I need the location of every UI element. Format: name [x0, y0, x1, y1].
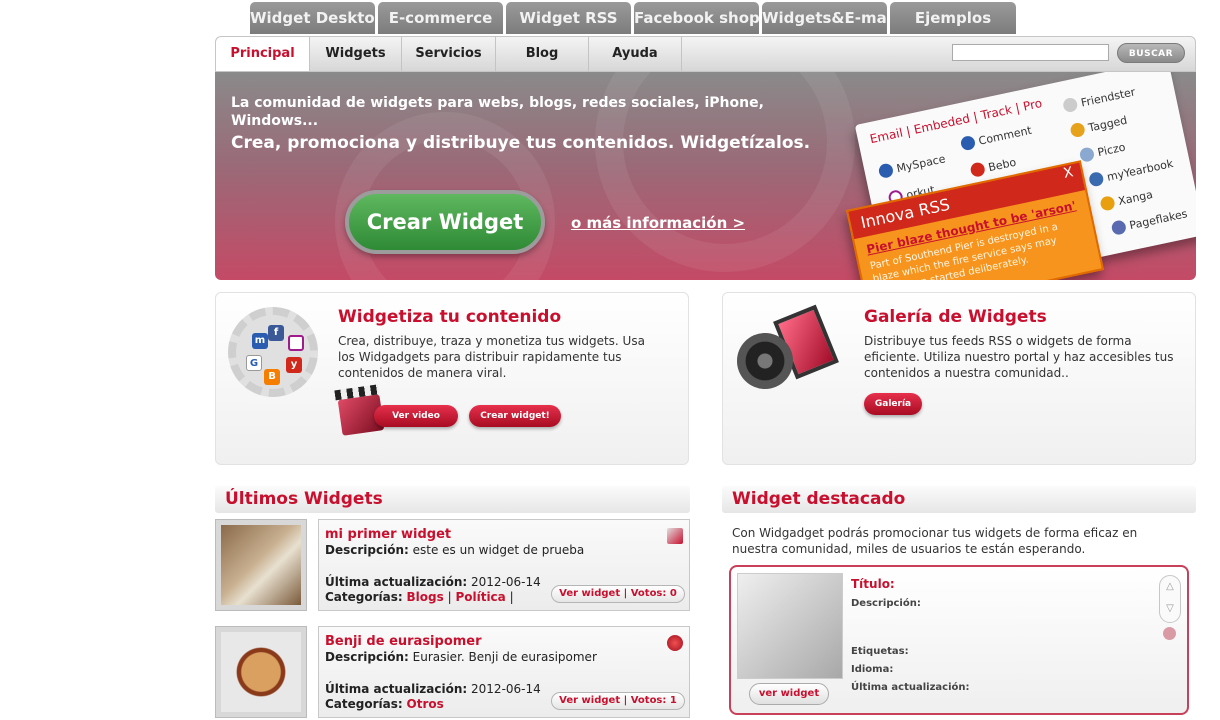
pageflakes-icon — [1110, 219, 1128, 236]
widget-categories: Categorías: Blogs | Política | — [325, 590, 514, 604]
featured-desc-label: Descripción: — [851, 598, 921, 609]
tab-e-commerce[interactable]: E-commerce — [378, 2, 503, 34]
mock-service: Piczo — [1078, 140, 1127, 163]
myyearbook-icon — [1087, 170, 1105, 188]
ver-video-button[interactable]: Ver video — [374, 405, 458, 427]
comment-icon — [959, 134, 977, 152]
google-icon: G — [246, 355, 262, 371]
hero-tagline: La comunidad de widgets para webs, blogs… — [231, 95, 764, 129]
featured-widget-box: ver widget Título: Descripción: Etiqueta… — [729, 565, 1189, 715]
galeria-button[interactable]: Galería — [864, 393, 922, 415]
pagination-dot[interactable] — [1163, 627, 1176, 640]
featured-tags-label: Etiquetas: — [851, 646, 909, 657]
mock-service: Tagged — [1069, 113, 1128, 139]
tab-widget-rss[interactable]: Widget RSS — [506, 2, 631, 34]
widget-thumbnail[interactable] — [215, 626, 307, 718]
mock-service: myYearbook — [1087, 156, 1174, 188]
orkut-icon — [288, 335, 304, 351]
featured-lang-label: Idioma: — [851, 664, 894, 675]
tab-widgets-email[interactable]: Widgets&E-mail — [762, 2, 887, 34]
blogger-icon: B — [264, 369, 280, 385]
cat-photo — [221, 525, 301, 605]
crear-widget-small-button[interactable]: Crear widget! — [469, 405, 561, 427]
feature-description: Distribuye tus feeds RSS o widgets de fo… — [864, 334, 1174, 380]
category-link[interactable]: Blogs — [407, 590, 444, 604]
ver-widget-button[interactable]: Ver widget | Votos: 1 — [551, 692, 685, 710]
xanga-icon — [1099, 195, 1116, 212]
feature-title: Galería de Widgets — [864, 307, 1047, 327]
widget-title[interactable]: Benji de eurasipomer — [325, 634, 482, 649]
page: Widget Desktop E-commerce Widget RSS Fac… — [0, 0, 1220, 720]
dog-photo — [221, 632, 301, 712]
featured-title-label: Título: — [851, 577, 895, 591]
friendster-icon — [1061, 96, 1079, 114]
mock-service: Pageflakes — [1110, 206, 1189, 236]
scroll-down-icon[interactable]: ▽ — [1160, 598, 1180, 620]
featured-scroller: △ ▽ — [1159, 575, 1181, 623]
search-button[interactable]: BUSCAR — [1117, 43, 1185, 63]
more-info-link[interactable]: o más información > — [571, 214, 745, 232]
feature-galeria: Galería de Widgets Distribuye tus feeds … — [722, 292, 1196, 465]
tab-facebook-shop[interactable]: Facebook shop — [634, 2, 759, 34]
nav-servicios[interactable]: Servicios — [402, 37, 496, 71]
tagged-icon — [1069, 121, 1086, 139]
widget-card: Benji de eurasipomer Descripción: Eurasi… — [318, 626, 690, 718]
bebo-icon — [969, 161, 987, 178]
piczo-icon — [1078, 146, 1096, 163]
mock-service: Comment — [959, 123, 1033, 152]
ver-widget-button[interactable]: ver widget — [749, 683, 829, 705]
feature-description: Crea, distribuye, traza y monetiza tus w… — [338, 334, 645, 380]
widget-card: mi primer widget Descripción: este es un… — [318, 519, 690, 611]
featured-intro: Con Widgadget podrás promocionar tus wid… — [732, 526, 1138, 556]
latest-widgets-heading: Últimos Widgets — [215, 486, 690, 513]
feature-widgetiza: m f G y B Widgetiza tu contenido Crea, d… — [215, 292, 689, 465]
mock-service: Friendster — [1061, 84, 1136, 114]
widget-updated: Última actualización: 2012-06-14 — [325, 682, 541, 696]
widget-description: Descripción: este es un widget de prueba — [325, 543, 585, 557]
widget-type-icon — [667, 635, 683, 651]
ver-widget-button[interactable]: Ver widget | Votos: 0 — [551, 585, 685, 603]
mock-service: MySpace — [877, 151, 947, 180]
widget-thumbnail[interactable] — [215, 519, 307, 611]
top-tabs: Widget Desktop E-commerce Widget RSS Fac… — [250, 2, 1016, 36]
feature-title: Widgetiza tu contenido — [338, 307, 562, 327]
widget-description: Descripción: Eurasier. Benji de eurasipo… — [325, 650, 597, 664]
widget-type-icon — [667, 528, 683, 544]
tab-ejemplos[interactable]: Ejemplos — [890, 2, 1016, 34]
featured-widget-image[interactable] — [737, 573, 843, 679]
category-link[interactable]: Política — [455, 590, 505, 604]
search-input[interactable] — [952, 44, 1109, 61]
hero-headline: Crea, promociona y distribuye tus conten… — [231, 133, 811, 153]
widget-categories: Categorías: Otros — [325, 697, 444, 711]
nav-widgets[interactable]: Widgets — [310, 37, 402, 71]
yelp-icon: y — [286, 357, 302, 373]
hero-banner: La comunidad de widgets para webs, blogs… — [215, 72, 1196, 280]
featured-updated-label: Última actualización: — [851, 682, 970, 693]
category-link[interactable]: Otros — [407, 697, 444, 711]
featured-widget-heading: Widget destacado — [722, 486, 1196, 513]
facebook-icon: f — [268, 325, 284, 341]
nav-ayuda[interactable]: Ayuda — [589, 37, 682, 71]
mock-service: Xanga — [1099, 187, 1154, 212]
main-nav: Principal Widgets Servicios Blog Ayuda B… — [215, 36, 1196, 72]
scroll-up-icon[interactable]: △ — [1160, 576, 1180, 598]
nav-blog[interactable]: Blog — [496, 37, 589, 71]
widget-updated: Última actualización: 2012-06-14 — [325, 575, 541, 589]
myspace-icon: m — [252, 333, 268, 349]
crear-widget-button[interactable]: Crear Widget — [345, 190, 545, 254]
widget-title[interactable]: mi primer widget — [325, 527, 451, 542]
tab-widget-desktop[interactable]: Widget Desktop — [250, 2, 375, 34]
myspace-icon — [877, 162, 895, 180]
speaker-icon — [737, 333, 793, 389]
nav-principal[interactable]: Principal — [216, 37, 310, 71]
